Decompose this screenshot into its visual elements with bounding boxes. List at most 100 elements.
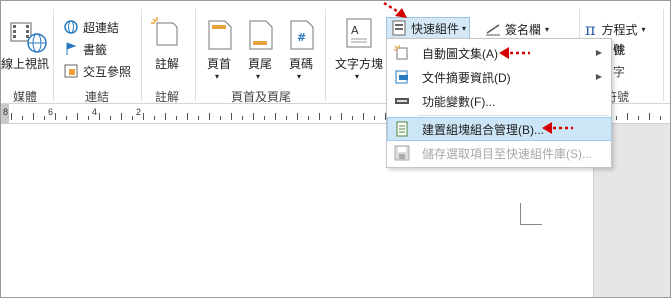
annotation-arrow-left xyxy=(499,47,530,59)
ruler-tick xyxy=(242,116,243,120)
ruler-tick xyxy=(374,116,375,120)
menu-item-label: 自動圖文集(A) xyxy=(422,46,498,61)
chevron-down-icon: ▾ xyxy=(545,24,550,34)
textbox-label: 文字方塊 xyxy=(335,57,384,71)
ruler-tick xyxy=(110,116,111,120)
crop-mark xyxy=(520,203,521,225)
ribbon-partial-text: 號 xyxy=(613,42,626,57)
menu-item-building-blocks-organizer[interactable]: 建置組塊組合管理(B)... xyxy=(387,117,612,141)
ruler-tick xyxy=(121,113,122,120)
svg-text:A: A xyxy=(351,24,359,37)
ruler-tick xyxy=(319,113,320,120)
online-video-button[interactable]: 線上視訊 xyxy=(1,55,49,72)
annotation-arrow-down xyxy=(383,1,407,18)
ruler-tick xyxy=(330,116,331,120)
signature-line-label: 簽名欄 xyxy=(505,22,542,37)
page-number-label: 頁碼 xyxy=(289,57,314,71)
page-number-button[interactable]: 頁碼 ▾ xyxy=(289,55,313,81)
online-video-icon xyxy=(7,21,49,53)
ruler-tick xyxy=(33,113,34,120)
ruler-number: 6 xyxy=(48,107,54,117)
menu-item-label: 文件摘要資訊(D) xyxy=(422,70,511,85)
hyperlink-label: 超連結 xyxy=(83,20,120,35)
group-separator xyxy=(53,9,54,101)
ruler-number: 2 xyxy=(136,107,142,117)
ruler-tick xyxy=(627,113,628,120)
group-separator xyxy=(325,9,326,101)
ruler-tick xyxy=(308,116,309,120)
menu-item-save-selection[interactable]: 儲存選取項目至快速組件庫(S)... xyxy=(388,142,611,164)
menu-item-label: 功能變數(F)... xyxy=(422,94,496,109)
comment-icon xyxy=(151,17,183,49)
ruler-tick xyxy=(341,113,342,120)
chevron-down-icon: ▾ xyxy=(462,23,467,33)
menu-item-field[interactable]: 功能變數(F)... xyxy=(388,90,611,112)
hyperlink-icon xyxy=(63,19,79,35)
ruler-tick xyxy=(11,113,12,120)
save-selection-icon xyxy=(394,145,410,161)
ruler-tick xyxy=(231,113,232,120)
ribbon-partial-text: 字 xyxy=(613,64,626,79)
new-comment-label: 註解 xyxy=(155,57,180,71)
signature-line-button[interactable]: 簽名欄 ▾ xyxy=(485,18,549,40)
quick-parts-label: 快速組件 xyxy=(411,21,460,36)
svg-text:#: # xyxy=(297,31,306,44)
menu-item-document-property[interactable]: 文件摘要資訊(D) ▶ xyxy=(388,66,611,88)
ruler-tick xyxy=(187,113,188,120)
ruler-tick xyxy=(352,116,353,120)
footer-label: 頁尾 xyxy=(248,57,273,71)
footer-icon xyxy=(248,19,274,51)
ruler-tick xyxy=(297,113,298,120)
menu-item-label: 儲存選取項目至快速組件庫(S)... xyxy=(422,146,592,161)
ruler-tick xyxy=(55,113,56,120)
online-video-label: 線上視訊 xyxy=(1,57,50,71)
ruler-tick xyxy=(143,113,144,120)
annotation-arrow-left xyxy=(542,122,573,134)
ruler-tick xyxy=(220,116,221,120)
ruler-tick xyxy=(286,116,287,120)
header-label: 頁首 xyxy=(207,57,232,71)
ruler-tick xyxy=(264,116,265,120)
new-comment-button[interactable]: 註解 xyxy=(155,55,179,72)
document-property-icon xyxy=(394,69,410,85)
footer-button[interactable]: 頁尾 ▾ xyxy=(248,55,272,81)
group-separator xyxy=(141,9,142,101)
equation-label: 方程式 xyxy=(601,22,638,37)
group-separator xyxy=(195,9,196,101)
textbox-icon: A xyxy=(345,17,373,49)
ruler-tick xyxy=(44,116,45,120)
ruler-tick xyxy=(77,113,78,120)
ruler-tick xyxy=(660,116,661,120)
cross-reference-label: 交互參照 xyxy=(83,64,132,79)
chevron-down-icon: ▾ xyxy=(641,24,646,34)
submenu-arrow-icon: ▶ xyxy=(595,72,602,81)
ruler-tick xyxy=(649,113,650,120)
ruler-tick xyxy=(275,113,276,120)
page-number-icon: # xyxy=(289,19,315,51)
ruler-number: 4 xyxy=(92,107,98,117)
textbox-button[interactable]: 文字方塊 ▾ xyxy=(335,55,383,81)
group-label-media: 媒體 xyxy=(13,90,38,104)
field-icon xyxy=(394,93,410,109)
ruler-tick xyxy=(616,116,617,120)
cross-reference-icon xyxy=(63,63,79,79)
header-icon xyxy=(207,19,233,51)
equation-button[interactable]: π 方程式 ▾ xyxy=(585,18,646,40)
cross-reference-button[interactable]: 交互參照 xyxy=(63,61,131,81)
ruler-tick xyxy=(132,116,133,120)
ruler-tick xyxy=(253,113,254,120)
building-blocks-organizer-icon xyxy=(394,121,410,137)
ruler-tick xyxy=(363,113,364,120)
header-button[interactable]: 頁首 ▾ xyxy=(207,55,231,81)
ruler-tick xyxy=(176,116,177,120)
group-label-links: 連結 xyxy=(85,90,110,104)
group-label-comments: 註解 xyxy=(155,90,180,104)
menu-separator xyxy=(417,115,609,116)
hyperlink-button[interactable]: 超連結 xyxy=(63,17,119,37)
ruler-tick xyxy=(88,116,89,120)
bookmark-button[interactable]: 書籤 xyxy=(63,39,107,59)
signature-icon xyxy=(485,21,501,37)
crop-mark xyxy=(520,224,542,225)
ruler-tick xyxy=(638,116,639,120)
quick-parts-icon xyxy=(391,20,407,36)
